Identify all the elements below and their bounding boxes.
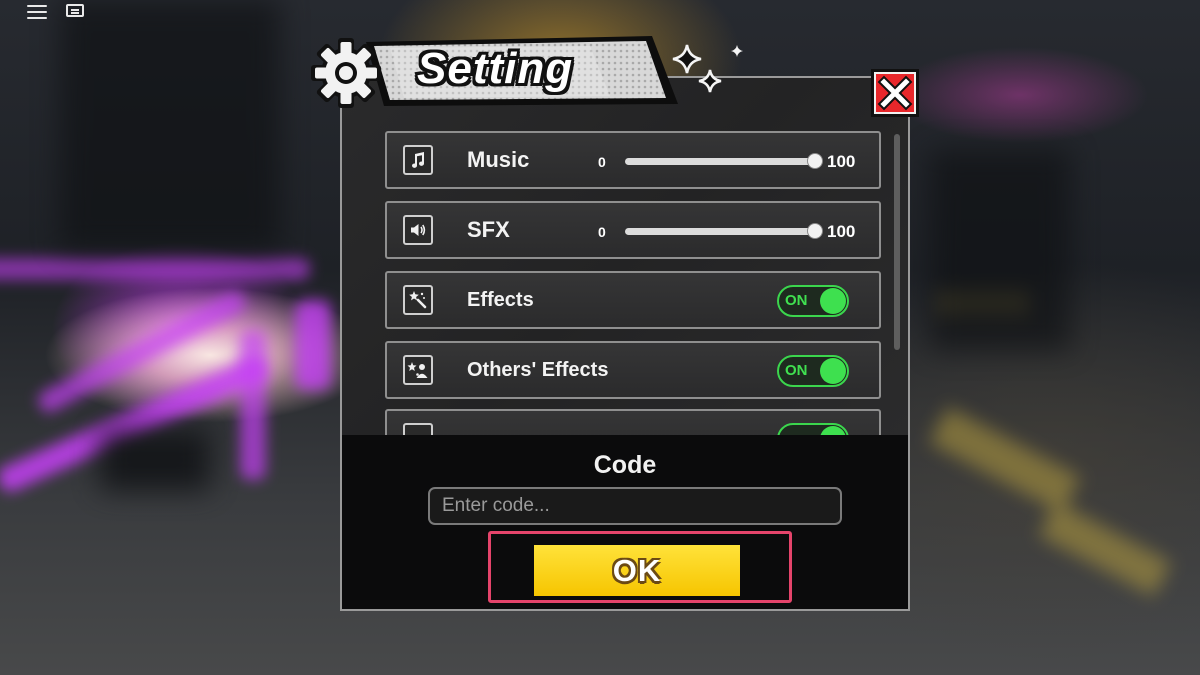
- sfx-label: SFX: [467, 217, 510, 242]
- close-x-icon: [877, 75, 913, 111]
- music-note-icon: [403, 145, 433, 175]
- sparkle-user-icon: [403, 355, 433, 385]
- effects-row: Effects ON: [385, 271, 881, 329]
- sfx-min-value: 0: [598, 224, 606, 240]
- list-item-cut-off[interactable]: [385, 409, 881, 435]
- ok-button[interactable]: OK: [534, 545, 740, 596]
- music-row: Music 0 100: [385, 131, 881, 189]
- others-effects-toggle-knob: [820, 358, 846, 384]
- sfx-slider[interactable]: [625, 223, 823, 239]
- sfx-max-value: 100: [827, 222, 856, 241]
- sfx-slider-handle[interactable]: [807, 223, 823, 239]
- music-slider[interactable]: [625, 153, 823, 169]
- highlight-icon: [403, 423, 433, 435]
- others-effects-toggle-label: ON: [785, 362, 808, 379]
- sparkle-tiny-icon: [731, 45, 743, 57]
- sfx-row: SFX 0 100: [385, 201, 881, 259]
- code-title: Code: [593, 451, 657, 479]
- others-effects-toggle[interactable]: ON: [777, 355, 849, 387]
- list-item-cut-off-toggle-knob: [820, 426, 846, 435]
- list-item-cut-off-toggle[interactable]: [777, 423, 849, 435]
- settings-scrollbar[interactable]: [894, 134, 900, 350]
- gear-icon: [311, 38, 381, 108]
- close-button[interactable]: [871, 69, 919, 117]
- others-effects-label: Others' Effects: [467, 359, 609, 381]
- magic-wand-icon: [403, 285, 433, 315]
- effects-toggle-knob: [820, 288, 846, 314]
- music-label: Music: [467, 147, 530, 172]
- music-max-value: 100: [827, 152, 856, 171]
- effects-label: Effects: [467, 289, 534, 311]
- settings-title: Setting: [417, 44, 574, 93]
- music-slider-handle[interactable]: [807, 153, 823, 169]
- sparkle-small-icon: [698, 69, 722, 93]
- code-input[interactable]: [428, 487, 842, 525]
- others-effects-row: Others' Effects ON: [385, 341, 881, 399]
- settings-panel: Music 0 100 SFX 0 100 Effects ON Others'…: [340, 76, 910, 611]
- effects-toggle-label: ON: [785, 292, 808, 309]
- hamburger-menu-icon[interactable]: [27, 5, 47, 19]
- music-min-value: 0: [598, 154, 606, 170]
- ok-button-highlight: OK: [488, 531, 792, 603]
- effects-toggle[interactable]: ON: [777, 285, 849, 317]
- settings-list[interactable]: Music 0 100 SFX 0 100 Effects ON Others'…: [342, 78, 908, 435]
- speaker-icon: [403, 215, 433, 245]
- chat-icon[interactable]: [66, 4, 84, 17]
